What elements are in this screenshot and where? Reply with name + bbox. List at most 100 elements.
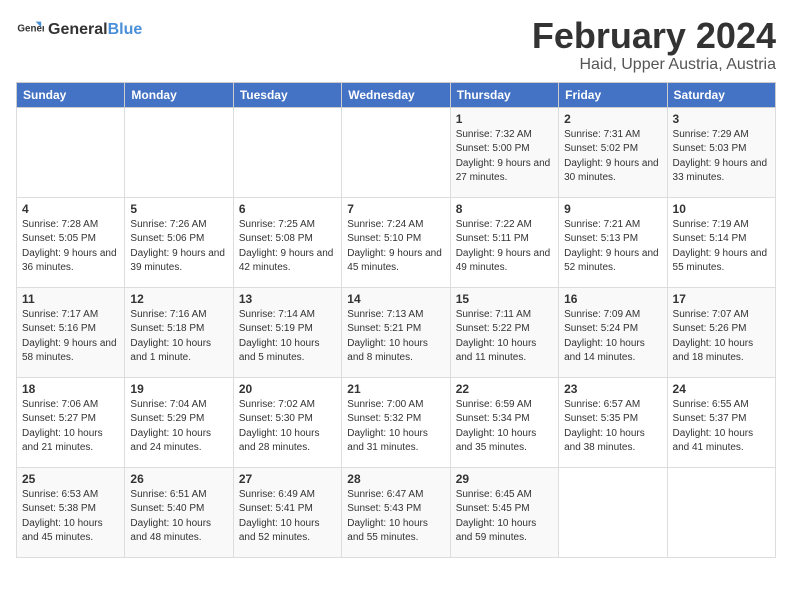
day-detail: Sunrise: 7:31 AMSunset: 5:02 PMDaylight:… xyxy=(564,129,659,184)
day-number: 11 xyxy=(22,292,119,306)
day-detail: Sunrise: 7:14 AMSunset: 5:19 PMDaylight:… xyxy=(239,309,320,364)
day-number: 15 xyxy=(456,292,553,306)
table-row: 25 Sunrise: 6:53 AMSunset: 5:38 PMDaylig… xyxy=(17,467,125,557)
day-number: 18 xyxy=(22,382,119,396)
day-number: 20 xyxy=(239,382,336,396)
logo-icon: General xyxy=(16,16,44,44)
table-row: 3 Sunrise: 7:29 AMSunset: 5:03 PMDayligh… xyxy=(667,107,775,197)
day-detail: Sunrise: 7:25 AMSunset: 5:08 PMDaylight:… xyxy=(239,219,334,274)
day-detail: Sunrise: 7:28 AMSunset: 5:05 PMDaylight:… xyxy=(22,219,117,274)
table-row: 26 Sunrise: 6:51 AMSunset: 5:40 PMDaylig… xyxy=(125,467,233,557)
table-row: 8 Sunrise: 7:22 AMSunset: 5:11 PMDayligh… xyxy=(450,197,558,287)
day-detail: Sunrise: 7:02 AMSunset: 5:30 PMDaylight:… xyxy=(239,399,320,454)
day-detail: Sunrise: 7:17 AMSunset: 5:16 PMDaylight:… xyxy=(22,309,117,364)
table-row: 15 Sunrise: 7:11 AMSunset: 5:22 PMDaylig… xyxy=(450,287,558,377)
table-row: 9 Sunrise: 7:21 AMSunset: 5:13 PMDayligh… xyxy=(559,197,667,287)
day-number: 28 xyxy=(347,472,444,486)
header-sunday: Sunday xyxy=(17,82,125,107)
table-row: 13 Sunrise: 7:14 AMSunset: 5:19 PMDaylig… xyxy=(233,287,341,377)
table-row xyxy=(342,107,450,197)
title-area: February 2024 Haid, Upper Austria, Austr… xyxy=(532,16,776,74)
day-number: 22 xyxy=(456,382,553,396)
day-number: 13 xyxy=(239,292,336,306)
day-number: 25 xyxy=(22,472,119,486)
calendar-week-row: 25 Sunrise: 6:53 AMSunset: 5:38 PMDaylig… xyxy=(17,467,776,557)
day-number: 8 xyxy=(456,202,553,216)
table-row: 12 Sunrise: 7:16 AMSunset: 5:18 PMDaylig… xyxy=(125,287,233,377)
main-title: February 2024 xyxy=(532,16,776,56)
header-friday: Friday xyxy=(559,82,667,107)
day-number: 2 xyxy=(564,112,661,126)
day-detail: Sunrise: 7:32 AMSunset: 5:00 PMDaylight:… xyxy=(456,129,551,184)
header-wednesday: Wednesday xyxy=(342,82,450,107)
day-number: 17 xyxy=(673,292,770,306)
day-detail: Sunrise: 7:29 AMSunset: 5:03 PMDaylight:… xyxy=(673,129,768,184)
sub-title: Haid, Upper Austria, Austria xyxy=(532,56,776,74)
calendar-week-row: 1 Sunrise: 7:32 AMSunset: 5:00 PMDayligh… xyxy=(17,107,776,197)
calendar-week-row: 18 Sunrise: 7:06 AMSunset: 5:27 PMDaylig… xyxy=(17,377,776,467)
day-detail: Sunrise: 7:19 AMSunset: 5:14 PMDaylight:… xyxy=(673,219,768,274)
header-tuesday: Tuesday xyxy=(233,82,341,107)
table-row xyxy=(125,107,233,197)
day-detail: Sunrise: 6:51 AMSunset: 5:40 PMDaylight:… xyxy=(130,489,211,544)
day-number: 3 xyxy=(673,112,770,126)
table-row: 1 Sunrise: 7:32 AMSunset: 5:00 PMDayligh… xyxy=(450,107,558,197)
day-detail: Sunrise: 7:13 AMSunset: 5:21 PMDaylight:… xyxy=(347,309,428,364)
page-header: General GeneralBlue February 2024 Haid, … xyxy=(16,16,776,74)
header-monday: Monday xyxy=(125,82,233,107)
day-number: 27 xyxy=(239,472,336,486)
day-detail: Sunrise: 6:47 AMSunset: 5:43 PMDaylight:… xyxy=(347,489,428,544)
day-detail: Sunrise: 6:53 AMSunset: 5:38 PMDaylight:… xyxy=(22,489,103,544)
day-number: 12 xyxy=(130,292,227,306)
logo: General GeneralBlue xyxy=(16,16,142,44)
day-detail: Sunrise: 7:22 AMSunset: 5:11 PMDaylight:… xyxy=(456,219,551,274)
day-detail: Sunrise: 6:59 AMSunset: 5:34 PMDaylight:… xyxy=(456,399,537,454)
table-row: 19 Sunrise: 7:04 AMSunset: 5:29 PMDaylig… xyxy=(125,377,233,467)
day-detail: Sunrise: 6:45 AMSunset: 5:45 PMDaylight:… xyxy=(456,489,537,544)
table-row: 6 Sunrise: 7:25 AMSunset: 5:08 PMDayligh… xyxy=(233,197,341,287)
day-number: 21 xyxy=(347,382,444,396)
day-detail: Sunrise: 7:06 AMSunset: 5:27 PMDaylight:… xyxy=(22,399,103,454)
header-thursday: Thursday xyxy=(450,82,558,107)
calendar-week-row: 11 Sunrise: 7:17 AMSunset: 5:16 PMDaylig… xyxy=(17,287,776,377)
table-row: 28 Sunrise: 6:47 AMSunset: 5:43 PMDaylig… xyxy=(342,467,450,557)
calendar-header-row: Sunday Monday Tuesday Wednesday Thursday… xyxy=(17,82,776,107)
day-number: 16 xyxy=(564,292,661,306)
table-row: 20 Sunrise: 7:02 AMSunset: 5:30 PMDaylig… xyxy=(233,377,341,467)
day-number: 6 xyxy=(239,202,336,216)
day-detail: Sunrise: 6:57 AMSunset: 5:35 PMDaylight:… xyxy=(564,399,645,454)
logo-general: General xyxy=(48,21,108,38)
day-detail: Sunrise: 6:49 AMSunset: 5:41 PMDaylight:… xyxy=(239,489,320,544)
day-detail: Sunrise: 7:00 AMSunset: 5:32 PMDaylight:… xyxy=(347,399,428,454)
day-number: 24 xyxy=(673,382,770,396)
day-detail: Sunrise: 7:04 AMSunset: 5:29 PMDaylight:… xyxy=(130,399,211,454)
table-row: 14 Sunrise: 7:13 AMSunset: 5:21 PMDaylig… xyxy=(342,287,450,377)
table-row xyxy=(667,467,775,557)
day-detail: Sunrise: 7:16 AMSunset: 5:18 PMDaylight:… xyxy=(130,309,211,364)
day-number: 10 xyxy=(673,202,770,216)
day-number: 4 xyxy=(22,202,119,216)
table-row xyxy=(233,107,341,197)
day-detail: Sunrise: 7:09 AMSunset: 5:24 PMDaylight:… xyxy=(564,309,645,364)
table-row: 22 Sunrise: 6:59 AMSunset: 5:34 PMDaylig… xyxy=(450,377,558,467)
table-row: 4 Sunrise: 7:28 AMSunset: 5:05 PMDayligh… xyxy=(17,197,125,287)
table-row: 24 Sunrise: 6:55 AMSunset: 5:37 PMDaylig… xyxy=(667,377,775,467)
day-number: 9 xyxy=(564,202,661,216)
day-number: 1 xyxy=(456,112,553,126)
logo-wordmark: GeneralBlue xyxy=(48,21,142,39)
day-detail: Sunrise: 7:07 AMSunset: 5:26 PMDaylight:… xyxy=(673,309,754,364)
day-detail: Sunrise: 6:55 AMSunset: 5:37 PMDaylight:… xyxy=(673,399,754,454)
table-row xyxy=(559,467,667,557)
day-number: 7 xyxy=(347,202,444,216)
table-row: 29 Sunrise: 6:45 AMSunset: 5:45 PMDaylig… xyxy=(450,467,558,557)
table-row: 23 Sunrise: 6:57 AMSunset: 5:35 PMDaylig… xyxy=(559,377,667,467)
day-detail: Sunrise: 7:24 AMSunset: 5:10 PMDaylight:… xyxy=(347,219,442,274)
calendar-table: Sunday Monday Tuesday Wednesday Thursday… xyxy=(16,82,776,558)
logo-blue: Blue xyxy=(108,21,143,38)
table-row xyxy=(17,107,125,197)
day-number: 19 xyxy=(130,382,227,396)
day-number: 26 xyxy=(130,472,227,486)
table-row: 11 Sunrise: 7:17 AMSunset: 5:16 PMDaylig… xyxy=(17,287,125,377)
calendar-week-row: 4 Sunrise: 7:28 AMSunset: 5:05 PMDayligh… xyxy=(17,197,776,287)
table-row: 5 Sunrise: 7:26 AMSunset: 5:06 PMDayligh… xyxy=(125,197,233,287)
